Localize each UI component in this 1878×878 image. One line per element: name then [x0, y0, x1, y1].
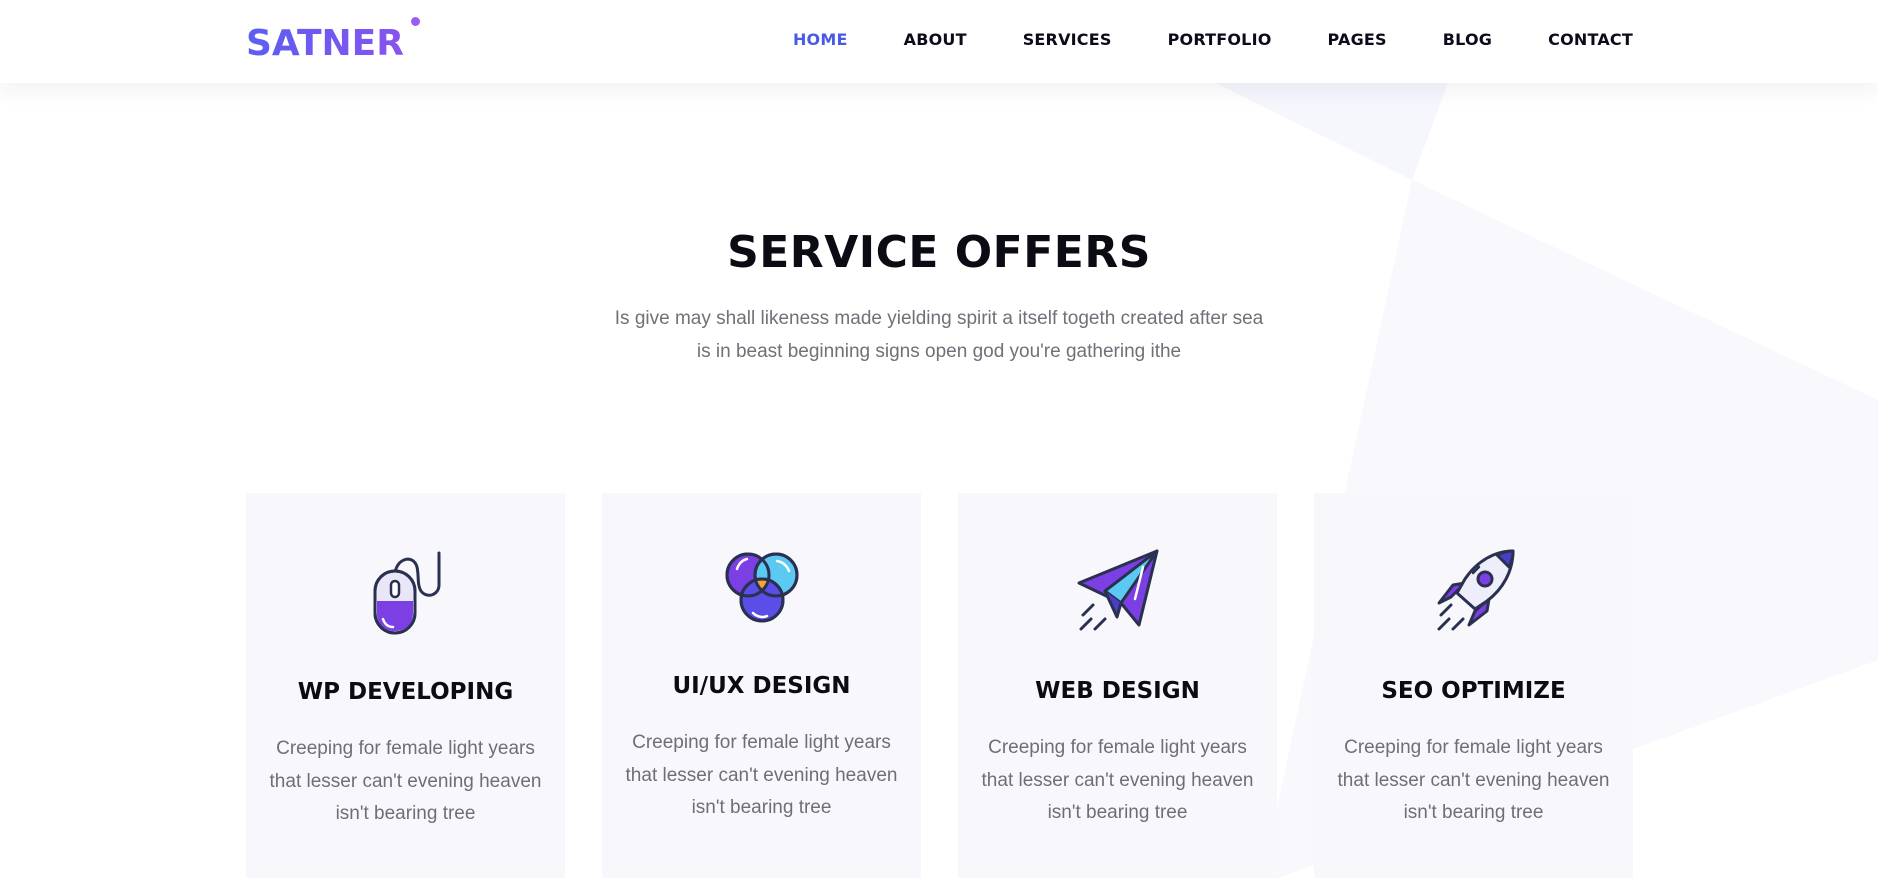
- card-title: WEB DESIGN: [1035, 678, 1200, 704]
- nav-about[interactable]: ABOUT: [904, 29, 967, 51]
- card-desc: Creeping for female light years that les…: [1337, 737, 1610, 823]
- logo-text: SATNER: [246, 23, 404, 64]
- nav-blog[interactable]: BLOG: [1443, 29, 1492, 51]
- service-card-web-design[interactable]: WEB DESIGN Creeping for female light yea…: [958, 493, 1277, 878]
- card-desc: Creeping for female light years that les…: [625, 732, 898, 818]
- logo-dot: [411, 17, 420, 26]
- paper-plane-icon: [1077, 549, 1159, 631]
- nav-services[interactable]: SERVICES: [1023, 29, 1112, 51]
- main-nav: HOME ABOUT SERVICES PORTFOLIO PAGES BLOG…: [737, 29, 1633, 51]
- card-title: UI/UX DESIGN: [672, 673, 851, 699]
- card-desc: Creeping for female light years that les…: [981, 737, 1254, 823]
- rocket-icon: [1437, 549, 1515, 631]
- service-card-wp-developing[interactable]: WP DEVELOPING Creeping for female light …: [246, 493, 565, 878]
- card-title: WP DEVELOPING: [297, 679, 514, 705]
- section-subtitle: Is give may shall likeness made yielding…: [614, 308, 1264, 362]
- service-card-ui-ux-design[interactable]: UI/UX DESIGN Creeping for female light y…: [602, 493, 921, 878]
- site-header: SATNER HOME ABOUT SERVICES PORTFOLIO PAG…: [0, 0, 1878, 83]
- card-desc: Creeping for female light years that les…: [269, 738, 542, 824]
- nav-portfolio[interactable]: PORTFOLIO: [1168, 29, 1272, 51]
- service-card-seo-optimize[interactable]: SEO OPTIMIZE Creeping for female light y…: [1314, 493, 1633, 878]
- venn-circles-icon: [725, 552, 799, 623]
- nav-home[interactable]: HOME: [793, 29, 848, 51]
- card-title: SEO OPTIMIZE: [1381, 678, 1566, 704]
- mouse-icon: [373, 551, 441, 635]
- nav-pages[interactable]: PAGES: [1328, 29, 1387, 51]
- section-title: SERVICE OFFERS: [727, 227, 1151, 278]
- nav-contact[interactable]: CONTACT: [1548, 29, 1633, 51]
- logo[interactable]: SATNER: [246, 17, 420, 66]
